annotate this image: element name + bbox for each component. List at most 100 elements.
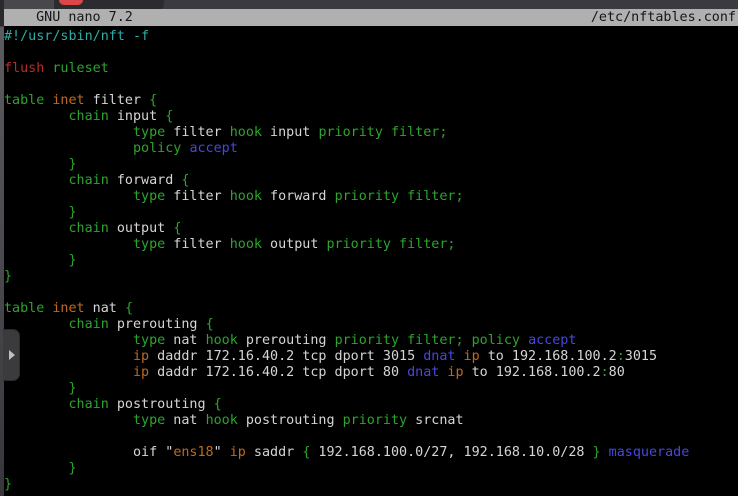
code-token <box>4 397 69 412</box>
code-token <box>4 157 69 172</box>
editor-line: type nat hook prerouting priority filter… <box>4 333 738 349</box>
code-token: nat <box>165 413 205 428</box>
nano-titlebar: GNU nano 7.2 /etc/nftables.conf <box>4 9 738 26</box>
code-token: { <box>206 317 214 332</box>
editor-line: ip daddr 172.16.40.2 tcp dport 3015 dnat… <box>4 349 738 365</box>
editor-line <box>4 429 738 445</box>
file-path-label: /etc/nftables.conf <box>591 10 736 25</box>
code-token: } <box>69 253 77 268</box>
code-token: masquerade <box>609 445 690 460</box>
editor-line: type filter hook forward priority filter… <box>4 189 738 205</box>
code-token: } <box>69 461 77 476</box>
code-token: to 192.168.100.2 <box>480 349 617 364</box>
red-tab-indicator-icon <box>59 0 83 5</box>
code-token: type <box>133 413 165 428</box>
code-token: chain <box>69 109 109 124</box>
code-token: nat <box>85 301 125 316</box>
code-token: hook <box>206 413 238 428</box>
code-token: { <box>165 109 173 124</box>
code-token: accept <box>189 141 237 156</box>
code-token: daddr 172.16.40.2 tcp dport 3015 <box>149 349 423 364</box>
code-token: ip <box>230 445 246 460</box>
code-token <box>4 333 133 348</box>
code-token: } <box>593 445 601 460</box>
code-token: filter <box>165 189 230 204</box>
code-token <box>4 125 133 140</box>
side-panel-handle[interactable] <box>3 329 20 381</box>
editor-line: chain postrouting { <box>4 397 738 413</box>
code-token: priority <box>335 333 400 348</box>
code-token: priority <box>335 189 400 204</box>
code-token <box>4 349 133 364</box>
code-token <box>464 333 472 348</box>
code-token: { <box>149 93 157 108</box>
editor-line: flush ruleset <box>4 61 738 77</box>
code-token: chain <box>69 317 109 332</box>
code-token: { <box>173 221 181 236</box>
code-token: { <box>125 301 133 316</box>
code-token: hook <box>206 333 238 348</box>
code-token: filter; <box>399 189 464 204</box>
editor-line: } <box>4 477 738 493</box>
code-token: prerouting <box>109 317 206 332</box>
code-token: input <box>109 109 165 124</box>
code-token: } <box>69 157 77 172</box>
code-token <box>4 189 133 204</box>
editor-line: chain prerouting { <box>4 317 738 333</box>
editor-line: } <box>4 253 738 269</box>
code-token: nat <box>165 333 205 348</box>
code-token: inet <box>52 93 84 108</box>
editor-line <box>4 45 738 61</box>
code-token: { <box>214 397 222 412</box>
editor-line: type filter hook input priority filter; <box>4 125 738 141</box>
editor-line: } <box>4 269 738 285</box>
code-token <box>4 253 69 268</box>
code-token: 3015 <box>625 349 657 364</box>
code-token: } <box>69 205 77 220</box>
code-token: inet <box>52 301 84 316</box>
code-token: chain <box>69 397 109 412</box>
editor-line: type nat hook postrouting priority srcna… <box>4 413 738 429</box>
code-token: postrouting <box>109 397 214 412</box>
code-token: postrouting <box>238 413 343 428</box>
code-token <box>4 141 133 156</box>
editor-line: type filter hook output priority filter; <box>4 237 738 253</box>
editor-line: } <box>4 381 738 397</box>
code-token: accept <box>528 333 576 348</box>
editor-line: } <box>4 157 738 173</box>
code-token <box>601 445 609 460</box>
code-token: type <box>133 333 165 348</box>
code-token: } <box>4 477 12 492</box>
code-token: filter; <box>399 333 464 348</box>
code-token: forward <box>262 189 335 204</box>
code-token: hook <box>230 189 262 204</box>
code-token: dnat <box>423 349 455 364</box>
code-token: filter; <box>391 237 456 252</box>
code-token: priority <box>318 125 383 140</box>
code-token <box>4 205 69 220</box>
code-token: : <box>617 349 625 364</box>
code-token: daddr 172.16.40.2 tcp dport 80 <box>149 365 407 380</box>
code-token: table <box>4 93 44 108</box>
editor-line: table inet filter { <box>4 93 738 109</box>
code-token: priority <box>327 237 392 252</box>
code-token: input <box>262 125 318 140</box>
code-token: filter; <box>383 125 448 140</box>
code-token: } <box>4 269 12 284</box>
code-token: type <box>133 237 165 252</box>
code-token: ip <box>133 349 149 364</box>
code-token: : <box>601 365 609 380</box>
code-token: oif " <box>4 445 173 460</box>
nano-version-label: GNU nano 7.2 <box>20 10 133 25</box>
terminal-editor[interactable]: #!/usr/sbin/nft -f flush ruleset table ine… <box>0 26 738 496</box>
code-token <box>4 109 69 124</box>
code-token <box>4 173 69 188</box>
code-token: chain <box>69 221 109 236</box>
editor-line: } <box>4 205 738 221</box>
code-token: #!/usr/sbin/nft -f <box>4 29 149 44</box>
code-token: ip <box>447 365 463 380</box>
code-token: hook <box>230 125 262 140</box>
terminal-screen: GNU nano 7.2 /etc/nftables.conf #!/usr/s… <box>0 0 738 496</box>
code-token: type <box>133 189 165 204</box>
code-token: output <box>109 221 174 236</box>
